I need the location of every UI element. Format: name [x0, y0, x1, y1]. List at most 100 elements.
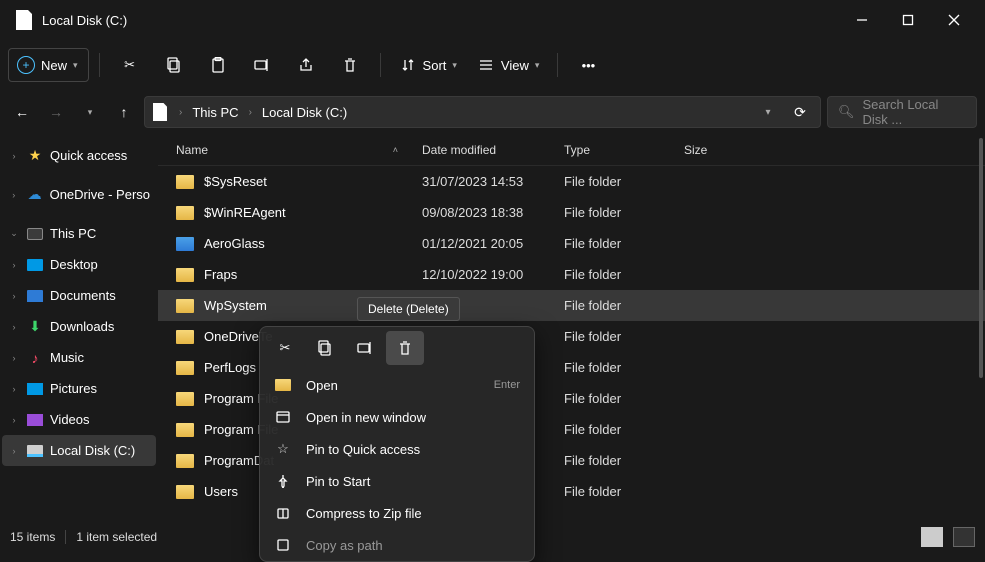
ctx-copy-path[interactable]: Copy as path [260, 529, 534, 561]
file-row[interactable]: $SysReset31/07/2023 14:53File folder [158, 166, 985, 197]
ctx-open-new-window[interactable]: Open in new window [260, 401, 534, 433]
chevron-right-icon: › [8, 151, 20, 161]
sidebar-label: Desktop [50, 257, 98, 272]
folder-icon [176, 330, 194, 344]
ctx-label: Copy as path [306, 538, 520, 553]
refresh-button[interactable]: ⟳ [786, 104, 814, 121]
pin-icon: ☆ [274, 441, 292, 457]
large-icons-view-button[interactable] [953, 527, 975, 547]
ctx-label: Compress to Zip file [306, 506, 520, 521]
sidebar-music[interactable]: › ♪ Music [2, 342, 156, 373]
tooltip: Delete (Delete) [357, 297, 460, 321]
address-bar[interactable]: › This PC › Local Disk (C:) ▾ ⟳ [144, 96, 821, 128]
recent-button[interactable]: ▾ [76, 96, 104, 128]
breadcrumb-current[interactable]: Local Disk (C:) [258, 101, 351, 124]
ctx-compress-zip[interactable]: Compress to Zip file [260, 497, 534, 529]
copy-button[interactable] [154, 48, 194, 82]
copy-icon [165, 56, 183, 74]
more-button[interactable]: ••• [568, 48, 608, 82]
nav-bar: ← → ▾ ↑ › This PC › Local Disk (C:) ▾ ⟳ … [0, 90, 985, 134]
view-button[interactable]: View ▾ [469, 48, 547, 82]
folder-icon [176, 485, 194, 499]
ctx-label: Pin to Quick access [306, 442, 520, 457]
sidebar-this-pc[interactable]: ⌄ This PC [2, 218, 156, 249]
file-type: File folder [564, 422, 684, 437]
details-view-button[interactable] [921, 527, 943, 547]
column-name[interactable]: Name˄ [176, 143, 422, 157]
sidebar-documents[interactable]: › Documents [2, 280, 156, 311]
plus-icon: + [17, 56, 35, 74]
sort-button[interactable]: Sort ▾ [391, 48, 465, 82]
file-row[interactable]: Fraps12/10/2022 19:00File folder [158, 259, 985, 290]
address-history-button[interactable]: ▾ [754, 107, 782, 118]
up-button[interactable]: ↑ [110, 96, 138, 128]
column-size[interactable]: Size [684, 143, 985, 157]
disk-icon [26, 442, 44, 460]
back-button[interactable]: ← [8, 96, 36, 128]
ctx-delete-button[interactable] [386, 331, 424, 365]
ctx-rename-button[interactable] [346, 331, 384, 365]
sidebar-local-disk[interactable]: › Local Disk (C:) [2, 435, 156, 466]
sidebar-label: Videos [50, 412, 90, 427]
folder-icon [176, 392, 194, 406]
file-type: File folder [564, 205, 684, 220]
file-row[interactable]: AeroGlass01/12/2021 20:05File folder [158, 228, 985, 259]
ctx-pin-start[interactable]: Pin to Start [260, 465, 534, 497]
breadcrumb-root[interactable]: This PC [188, 101, 242, 124]
scissors-icon: ✂ [280, 340, 291, 356]
file-name: $SysReset [204, 174, 422, 189]
videos-icon [26, 411, 44, 429]
file-type: File folder [564, 360, 684, 375]
sidebar-desktop[interactable]: › Desktop [2, 249, 156, 280]
sidebar-label: OneDrive - Perso [50, 187, 150, 202]
music-icon: ♪ [26, 349, 44, 367]
ctx-pin-quick-access[interactable]: ☆ Pin to Quick access [260, 433, 534, 465]
file-type: File folder [564, 453, 684, 468]
folder-icon [176, 423, 194, 437]
sort-asc-icon: ˄ [393, 145, 398, 155]
sidebar-pictures[interactable]: › Pictures [2, 373, 156, 404]
share-button[interactable] [286, 48, 326, 82]
chevron-down-icon: ▾ [73, 60, 78, 71]
sidebar-label: Documents [50, 288, 116, 303]
scrollbar[interactable] [979, 138, 983, 378]
ctx-cut-button[interactable]: ✂ [266, 331, 304, 365]
new-button[interactable]: + New ▾ [8, 48, 89, 82]
file-type: File folder [564, 236, 684, 251]
folder-icon [176, 268, 194, 282]
cloud-icon: ☁ [26, 186, 44, 204]
context-menu: ✂ Open Enter Open in new window ☆ Pin to… [259, 326, 535, 562]
maximize-button[interactable] [885, 4, 931, 36]
drive-icon [153, 103, 167, 121]
new-label: New [41, 58, 67, 73]
rename-icon [253, 56, 271, 74]
sidebar-downloads[interactable]: › ⬇ Downloads [2, 311, 156, 342]
column-type[interactable]: Type [564, 143, 684, 157]
paste-button[interactable] [198, 48, 238, 82]
sidebar: › ★ Quick access › ☁ OneDrive - Perso ⌄ … [0, 134, 158, 533]
search-input[interactable]: 🔍︎ Search Local Disk ... [827, 96, 977, 128]
chevron-right-icon: › [179, 107, 182, 118]
chevron-down-icon: ▾ [535, 60, 540, 71]
ctx-copy-button[interactable] [306, 331, 344, 365]
file-date: 09/08/2023 18:38 [422, 205, 564, 220]
ctx-label: Open in new window [306, 410, 520, 425]
minimize-button[interactable] [839, 4, 885, 36]
close-button[interactable] [931, 4, 977, 36]
forward-button[interactable]: → [42, 96, 70, 128]
file-name: $WinREAgent [204, 205, 422, 220]
sidebar-onedrive[interactable]: › ☁ OneDrive - Perso [2, 179, 156, 210]
sidebar-quick-access[interactable]: › ★ Quick access [2, 140, 156, 171]
delete-button[interactable] [330, 48, 370, 82]
ctx-open[interactable]: Open Enter [260, 369, 534, 401]
cut-button[interactable]: ✂ [110, 48, 150, 82]
pin-icon [274, 474, 292, 488]
column-date[interactable]: Date modified [422, 143, 564, 157]
folder-icon [176, 361, 194, 375]
file-row[interactable]: WpSystemFile folder [158, 290, 985, 321]
path-icon [274, 538, 292, 552]
file-row[interactable]: $WinREAgent09/08/2023 18:38File folder [158, 197, 985, 228]
rename-button[interactable] [242, 48, 282, 82]
folder-icon [176, 175, 194, 189]
sidebar-videos[interactable]: › Videos [2, 404, 156, 435]
